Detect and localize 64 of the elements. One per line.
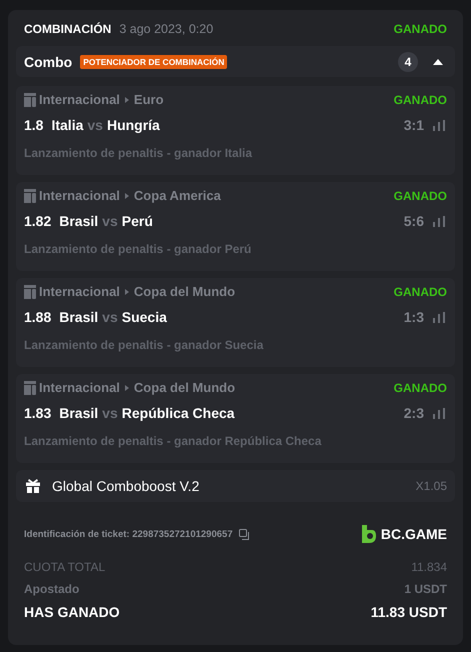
team-name: Brasil xyxy=(59,309,98,325)
category-label: Internacional xyxy=(39,188,120,203)
boost-badge: POTENCIADOR DE COMBINACIÓN xyxy=(80,54,228,68)
team-name: Suecia xyxy=(122,309,167,325)
selection-status: GANADO xyxy=(394,380,447,394)
stats-icon xyxy=(433,312,445,322)
category-label: Internacional xyxy=(39,92,120,107)
boost-multiplier: X1.05 xyxy=(416,479,447,493)
odds-value: 1.88 xyxy=(24,309,52,325)
market-text: Lanzamiento de penaltis - ganador Suecia xyxy=(24,338,264,352)
chevron-right-icon xyxy=(124,288,129,294)
match-score: 5:6 xyxy=(404,213,424,229)
selection-count: 4 xyxy=(398,52,418,72)
copy-icon[interactable] xyxy=(238,528,250,540)
league-label: Euro xyxy=(134,92,164,107)
market-text: Lanzamiento de penaltis - ganador Perú xyxy=(24,242,252,256)
versus-label: vs xyxy=(87,117,103,133)
boost-name: Global Comboboost V.2 xyxy=(52,478,200,494)
market-text: Lanzamiento de penaltis - ganador Italia xyxy=(24,146,254,160)
odds-value: 1.8 xyxy=(24,117,44,133)
stats-icon xyxy=(433,216,445,226)
match-score: 3:1 xyxy=(404,117,424,133)
combo-row[interactable]: Combo POTENCIADOR DE COMBINACIÓN 4 xyxy=(16,46,455,77)
chevron-right-icon xyxy=(124,96,129,102)
total-value: 11.834 xyxy=(411,560,447,574)
odds-value: 1.82 xyxy=(24,213,52,229)
combo-label: Combo xyxy=(24,54,72,70)
chevron-right-icon xyxy=(124,192,129,198)
team-name: Italia xyxy=(51,117,84,133)
brand-name: BC.GAME xyxy=(380,526,447,542)
total-label: CUOTA TOTAL xyxy=(24,560,106,574)
stats-icon xyxy=(433,120,445,130)
total-label: Apostado xyxy=(24,582,80,596)
bet-status: GANADO xyxy=(394,22,447,36)
brand-logo-icon xyxy=(362,525,376,543)
team-name: Hungría xyxy=(106,117,160,133)
team-name: Brasil xyxy=(59,405,98,421)
league-label: Copa del Mundo xyxy=(134,380,236,395)
match-score: 1:3 xyxy=(404,309,424,325)
total-label: HAS GANADO xyxy=(24,604,120,620)
selection-status: GANADO xyxy=(394,188,447,202)
team-name: Brasil xyxy=(59,213,98,229)
team-name: República Checa xyxy=(122,405,235,421)
selection-status: GANADO xyxy=(394,92,447,106)
match-score: 2:3 xyxy=(404,405,424,421)
chevron-right-icon xyxy=(124,384,129,390)
category-label: Internacional xyxy=(39,380,120,395)
versus-label: vs xyxy=(102,213,118,229)
gift-icon xyxy=(26,479,40,493)
total-value: 1 USDT xyxy=(404,582,447,596)
ticket-id: Identificación de ticket: 2298735272101290657 xyxy=(24,528,233,540)
stats-icon xyxy=(433,408,445,418)
versus-label: vs xyxy=(102,309,118,325)
odds-value: 1.83 xyxy=(24,405,52,421)
team-name: Perú xyxy=(122,213,153,229)
bet-type: COMBINACIÓN xyxy=(24,22,112,36)
league-label: Copa del Mundo xyxy=(134,284,236,299)
bet-date: 3 ago 2023, 0:20 xyxy=(119,22,214,36)
versus-label: vs xyxy=(102,405,118,421)
selection-status: GANADO xyxy=(394,284,447,298)
category-label: Internacional xyxy=(39,284,120,299)
total-value: 11.83 USDT xyxy=(370,604,447,620)
market-text: Lanzamiento de penaltis - ganador República Checa xyxy=(24,434,322,448)
league-label: Copa America xyxy=(134,188,221,203)
